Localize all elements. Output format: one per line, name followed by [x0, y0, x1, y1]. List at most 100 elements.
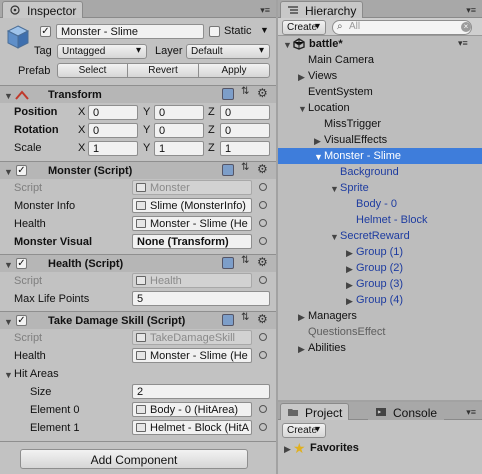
- scene-row[interactable]: ▼ battle* ▾≡: [278, 36, 482, 52]
- hierarchy-item[interactable]: ▶ Managers: [278, 308, 482, 324]
- scene-menu-icon[interactable]: ▾≡: [458, 38, 468, 49]
- hierarchy-create-dropdown[interactable]: Create: [282, 20, 326, 35]
- object-picker-icon[interactable]: [259, 351, 267, 359]
- monster-health-field[interactable]: Monster - Slime (He: [132, 216, 252, 231]
- collapsed-arrow-icon[interactable]: ▶: [298, 72, 305, 83]
- prefab-apply-button[interactable]: Apply: [198, 63, 270, 78]
- project-tab[interactable]: Project: [280, 403, 350, 420]
- object-picker-icon[interactable]: [259, 183, 267, 191]
- gear-icon[interactable]: ⚙: [257, 86, 268, 100]
- object-picker-icon[interactable]: [259, 219, 267, 227]
- collapsed-arrow-icon[interactable]: ▶: [346, 280, 353, 291]
- object-picker-icon[interactable]: [259, 201, 267, 209]
- expanded-arrow-icon[interactable]: ▼: [330, 232, 339, 242]
- collapsed-arrow-icon[interactable]: ▶: [298, 312, 305, 323]
- static-checkbox[interactable]: [209, 26, 220, 37]
- transform-foldout-icon[interactable]: ▼: [4, 91, 13, 101]
- collapsed-arrow-icon[interactable]: ▶: [298, 344, 305, 355]
- hierarchy-item[interactable]: ▶ Abilities: [278, 340, 482, 356]
- damage-enabled-checkbox[interactable]: ✓: [16, 315, 27, 326]
- layer-dropdown[interactable]: Default: [186, 44, 270, 59]
- hierarchy-item[interactable]: ▶ Group (3): [278, 276, 482, 292]
- hierarchy-item[interactable]: ▶ Group (2): [278, 260, 482, 276]
- hierarchy-item[interactable]: ▼ SecretReward: [278, 228, 482, 244]
- monster-script-header[interactable]: [0, 161, 276, 179]
- expanded-arrow-icon[interactable]: ▼: [314, 152, 323, 162]
- preset-icon[interactable]: ⇅: [241, 162, 249, 173]
- collapsed-arrow-icon[interactable]: ▶: [314, 136, 321, 147]
- hierarchy-item[interactable]: MissTrigger: [278, 116, 482, 132]
- gear-icon[interactable]: ⚙: [257, 162, 268, 176]
- object-picker-icon[interactable]: [259, 276, 267, 284]
- favorites-foldout-icon[interactable]: ▶: [284, 444, 291, 455]
- monster-enabled-checkbox[interactable]: ✓: [16, 165, 27, 176]
- help-book-icon[interactable]: [222, 88, 234, 100]
- hierarchy-item[interactable]: ▶ Group (1): [278, 244, 482, 260]
- health-foldout-icon[interactable]: ▼: [4, 260, 13, 270]
- rotation-y-field[interactable]: 0: [154, 123, 204, 138]
- hierarchy-search-input[interactable]: ⌕ All: [332, 20, 472, 35]
- hierarchy-item[interactable]: Background: [278, 164, 482, 180]
- scale-x-field[interactable]: 1: [88, 141, 138, 156]
- panel-menu-icon[interactable]: ▾≡: [466, 5, 476, 16]
- object-picker-icon[interactable]: [259, 423, 267, 431]
- max-life-field[interactable]: 5: [132, 291, 270, 306]
- panel-menu-icon[interactable]: ▾≡: [260, 5, 270, 16]
- damage-health-field[interactable]: Monster - Slime (He: [132, 348, 252, 363]
- hit-areas-foldout-icon[interactable]: ▼: [4, 370, 13, 380]
- hierarchy-item[interactable]: ▼ Monster - Slime: [278, 148, 482, 164]
- hierarchy-item[interactable]: ▶ Views: [278, 68, 482, 84]
- object-picker-icon[interactable]: [259, 333, 267, 341]
- object-picker-icon[interactable]: [259, 405, 267, 413]
- prefab-select-button[interactable]: Select: [57, 63, 128, 78]
- panel-menu-icon[interactable]: ▾≡: [466, 407, 476, 418]
- tag-dropdown[interactable]: Untagged: [57, 44, 147, 59]
- preset-icon[interactable]: ⇅: [241, 312, 249, 323]
- rotation-z-field[interactable]: 0: [220, 123, 270, 138]
- collapsed-arrow-icon[interactable]: ▶: [346, 264, 353, 275]
- hierarchy-item[interactable]: Main Camera: [278, 52, 482, 68]
- health-enabled-checkbox[interactable]: ✓: [16, 258, 27, 269]
- hierarchy-item[interactable]: Body - 0: [278, 196, 482, 212]
- scale-z-field[interactable]: 1: [220, 141, 270, 156]
- project-create-dropdown[interactable]: Create: [282, 423, 326, 438]
- help-book-icon[interactable]: [222, 257, 234, 269]
- position-x-field[interactable]: 0: [88, 105, 138, 120]
- monster-info-field[interactable]: Slime (MonsterInfo): [132, 198, 252, 213]
- clear-search-icon[interactable]: ×: [461, 22, 471, 32]
- element-0-field[interactable]: Body - 0 (HitArea): [132, 402, 252, 417]
- scene-foldout-icon[interactable]: ▼: [283, 40, 292, 50]
- hierarchy-item[interactable]: ▼ Sprite: [278, 180, 482, 196]
- collapsed-arrow-icon[interactable]: ▶: [346, 248, 353, 259]
- gear-icon[interactable]: ⚙: [257, 312, 268, 326]
- scale-y-field[interactable]: 1: [154, 141, 204, 156]
- position-y-field[interactable]: 0: [154, 105, 204, 120]
- hierarchy-item[interactable]: ▶ Group (4): [278, 292, 482, 308]
- inspector-tab[interactable]: Inspector: [2, 1, 84, 18]
- hierarchy-item[interactable]: Helmet - Block: [278, 212, 482, 228]
- element-1-field[interactable]: Helmet - Block (HitA: [132, 420, 252, 435]
- add-component-button[interactable]: Add Component: [20, 449, 248, 469]
- help-book-icon[interactable]: [222, 314, 234, 326]
- hierarchy-item[interactable]: EventSystem: [278, 84, 482, 100]
- hierarchy-item[interactable]: QuestionsEffect: [278, 324, 482, 340]
- console-tab[interactable]: Console: [368, 403, 445, 420]
- hierarchy-tab[interactable]: Hierarchy: [280, 1, 364, 18]
- gear-icon[interactable]: ⚙: [257, 255, 268, 269]
- preset-icon[interactable]: ⇅: [241, 86, 249, 97]
- hierarchy-item[interactable]: ▶ VisualEffects: [278, 132, 482, 148]
- monster-visual-field[interactable]: None (Transform): [132, 234, 252, 249]
- object-picker-icon[interactable]: [259, 237, 267, 245]
- transform-header[interactable]: [0, 85, 276, 103]
- object-name-field[interactable]: Monster - Slime: [56, 24, 204, 39]
- active-checkbox[interactable]: ✓: [40, 26, 51, 37]
- collapsed-arrow-icon[interactable]: ▶: [346, 296, 353, 307]
- health-script-header[interactable]: [0, 254, 276, 272]
- hierarchy-item[interactable]: ▼ Location: [278, 100, 482, 116]
- expanded-arrow-icon[interactable]: ▼: [330, 184, 339, 194]
- position-z-field[interactable]: 0: [220, 105, 270, 120]
- size-field[interactable]: 2: [132, 384, 270, 399]
- help-book-icon[interactable]: [222, 164, 234, 176]
- preset-icon[interactable]: ⇅: [241, 255, 249, 266]
- expanded-arrow-icon[interactable]: ▼: [298, 104, 307, 114]
